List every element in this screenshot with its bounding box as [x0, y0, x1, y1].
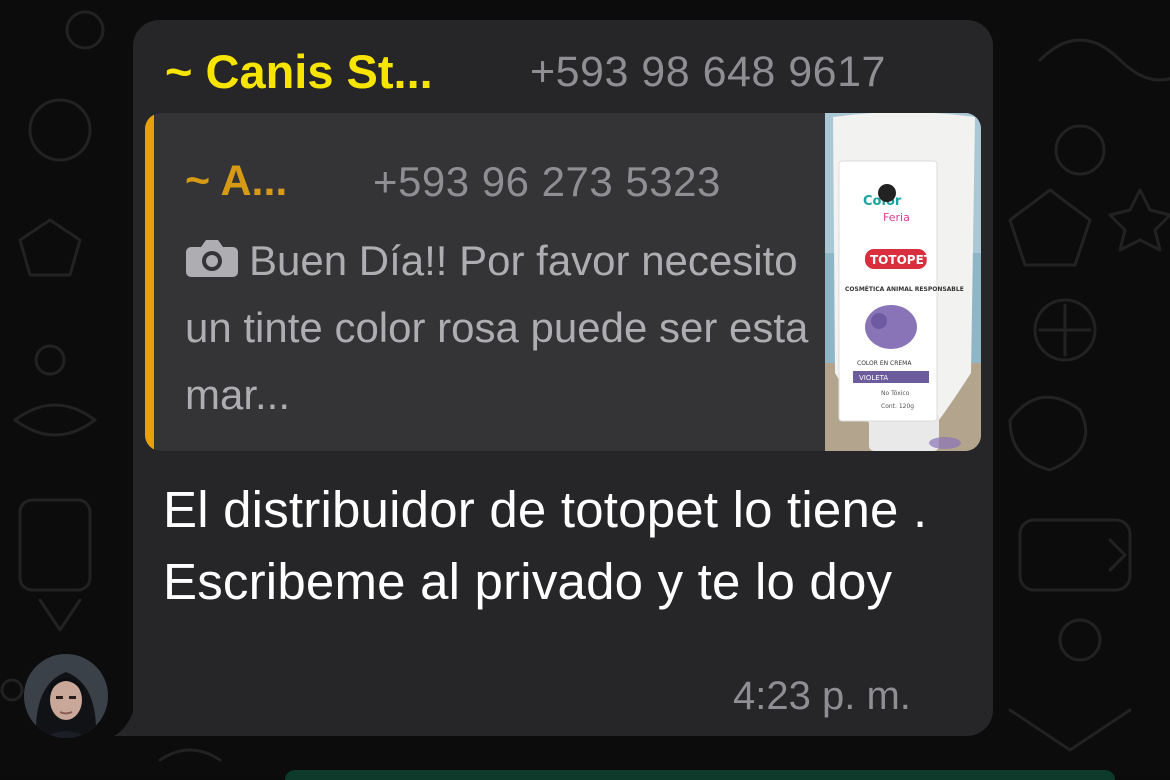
thumb-shade: VIOLETA — [859, 374, 888, 382]
thumb-product: COLOR EN CREMA — [857, 360, 912, 367]
quoted-author-name: ~ A... — [185, 157, 288, 205]
avatar-photo — [24, 654, 108, 738]
thumb-content: Cont. 120g — [881, 403, 914, 410]
thumb-brand: TOTOPET — [870, 253, 933, 267]
quoted-text-block: Buen Día!! Por favor necesito un tinte c… — [185, 227, 825, 428]
quoted-author-phone: +593 96 273 5323 — [373, 158, 721, 205]
message-time: 4:23 p. m. — [733, 674, 911, 718]
paw-icon — [878, 184, 896, 202]
sender-name[interactable]: ~ Canis St... — [165, 44, 433, 99]
sender-avatar[interactable] — [24, 654, 108, 738]
quoted-text: Buen Día!! Por favor necesito un tinte c… — [185, 237, 809, 418]
quoted-message[interactable]: ~ A... +593 96 273 5323 Buen Día!! Por f… — [145, 113, 981, 451]
quoted-image-thumbnail[interactable]: Color Feria TOTOPET COSMÉTICA ANIMAL RES… — [825, 113, 981, 451]
product-photo: Color Feria TOTOPET COSMÉTICA ANIMAL RES… — [825, 113, 981, 451]
thumb-subtitle: COSMÉTICA ANIMAL RESPONSABLE — [845, 285, 964, 293]
sender-phone[interactable]: +593 98 648 9617 — [530, 48, 886, 97]
message-text[interactable]: El distribuidor de totopet lo tiene . Es… — [163, 474, 973, 618]
next-message-edge — [285, 770, 1115, 780]
quote-accent-bar — [145, 113, 154, 451]
thumb-swatch — [865, 305, 917, 349]
thumb-note: No Tóxico — [881, 390, 910, 397]
bubble-tail — [114, 712, 136, 736]
camera-icon — [186, 240, 238, 277]
sender-header: ~ Canis St... +593 98 648 9617 — [165, 40, 965, 106]
thumb-label-feria: Feria — [883, 211, 910, 224]
